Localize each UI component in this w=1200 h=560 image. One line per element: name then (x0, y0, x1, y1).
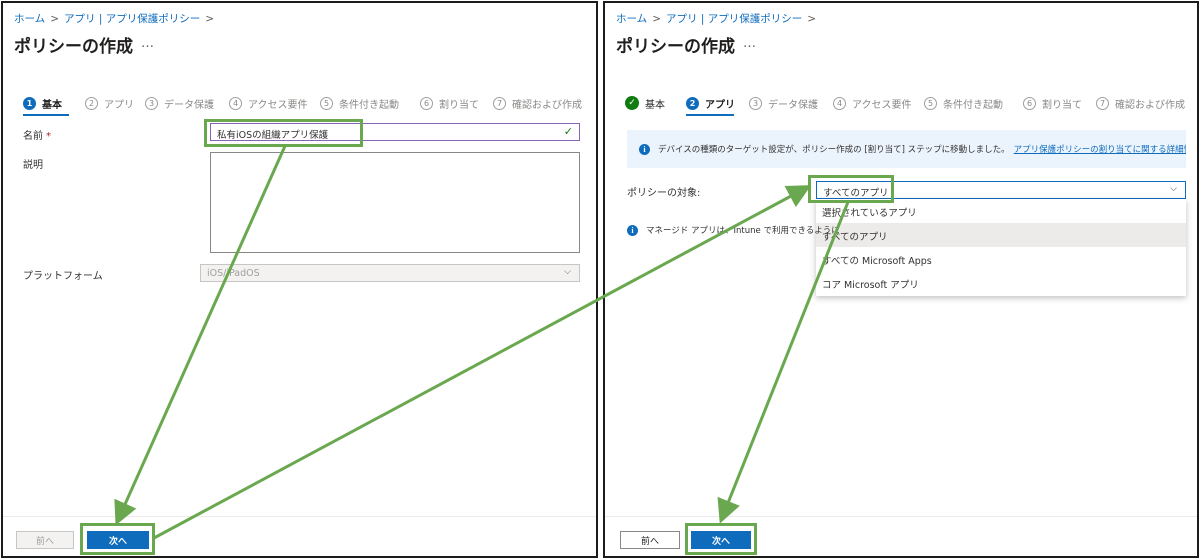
platform-select: iOS/iPadOS ⌵ (200, 264, 580, 282)
step-label: データ保護 (164, 99, 214, 111)
step-number: 2 (686, 96, 699, 110)
step-label: 基本 (42, 99, 62, 111)
step-number: 3 (145, 96, 158, 110)
dropdown-options: 選択されているアプリ すべてのアプリ すべての Microsoft Apps コ… (816, 199, 1186, 296)
name-field[interactable]: 私有iOSの組織アプリ保護 ✓ (210, 123, 580, 141)
chevron-right-icon: > (652, 13, 661, 25)
page-title: ポリシーの作成 (616, 37, 735, 57)
step-label: 割り当て (1042, 99, 1082, 111)
chevron-down-icon: ⌵ (1170, 184, 1177, 194)
active-tab-indicator (686, 114, 734, 116)
wizard-steps: ✓ 基本 2 アプリ 3 データ保護 4 アクセス要件 5 条件付き起動 6 割り当て 7確… (625, 95, 1195, 116)
description-field[interactable] (210, 152, 580, 253)
platform-value: iOS/iPadOS (207, 268, 260, 279)
next-button[interactable]: 次へ (87, 531, 149, 549)
step-label: アクセス要件 (248, 99, 308, 111)
option-all-microsoft-apps[interactable]: すべての Microsoft Apps (816, 247, 1186, 271)
step-label: データ保護 (768, 99, 818, 111)
previous-button: 前へ (16, 531, 74, 549)
step-label: 条件付き起動 (339, 99, 399, 111)
banner-link[interactable]: アプリ保護ポリシーの割り当てに関する詳細情報 (1014, 143, 1186, 155)
step-number: 7 (493, 96, 506, 110)
page-title: ポリシーの作成 (14, 37, 133, 57)
active-tab-indicator (23, 114, 69, 116)
chevron-right-icon: > (205, 13, 215, 25)
chevron-right-icon: > (50, 13, 59, 25)
checkmark-icon: ✓ (625, 96, 639, 110)
step-label: 割り当て (439, 99, 479, 111)
step-label: 条件付き起動 (943, 99, 1003, 111)
tab-conditional-launch[interactable]: 5 条件付き起動 (320, 95, 399, 111)
info-icon: i (627, 224, 638, 236)
breadcrumb: ホーム > アプリ | アプリ保護ポリシー > (14, 11, 219, 26)
info-banner: i デバイスの種類のターゲット設定が、ポリシー作成の [割り当て] ステップに移… (627, 130, 1186, 168)
required-mark: * (46, 131, 51, 142)
chevron-down-icon: ⌵ (564, 267, 571, 277)
option-all-apps[interactable]: すべてのアプリ (816, 223, 1186, 247)
step-number: 4 (229, 96, 242, 110)
tab-review-create[interactable]: 7 確認および作成 (1096, 95, 1185, 111)
step-number: 7 (1096, 96, 1109, 110)
more-options-icon[interactable]: … (743, 36, 757, 51)
tab-access-requirements[interactable]: 4 アクセス要件 (833, 95, 912, 111)
step-number: 5 (924, 96, 937, 110)
checkmark-icon: ✓ (563, 125, 573, 138)
step-label: アクセス要件 (852, 99, 912, 111)
tab-basics[interactable]: 1 基本 (23, 95, 62, 111)
tab-conditional-launch[interactable]: 5 条件付き起動 (924, 95, 1003, 111)
breadcrumb-home[interactable]: ホーム (616, 13, 647, 25)
step-number: 3 (749, 96, 762, 110)
next-button[interactable]: 次へ (691, 531, 751, 549)
breadcrumb-app-protection[interactable]: アプリ | アプリ保護ポリシー (666, 13, 802, 25)
step-number: 6 (1023, 96, 1036, 110)
target-apps-value: すべてのアプリ (823, 188, 889, 199)
footer-divider (605, 516, 1197, 517)
step-number: 4 (833, 96, 846, 110)
name-label-text: 名前 (23, 131, 43, 142)
step-label: アプリ (705, 99, 735, 111)
more-options-icon[interactable]: … (141, 36, 155, 51)
tab-data-protection[interactable]: 3 データ保護 (749, 95, 818, 111)
info-icon: i (639, 143, 650, 155)
footer-divider (3, 516, 596, 517)
banner-text: デバイスの種類のターゲット設定が、ポリシー作成の [割り当て] ステップに移動し… (658, 145, 1010, 155)
breadcrumb: ホーム > アプリ | アプリ保護ポリシー > (616, 11, 821, 26)
step-label: 確認および作成 (512, 99, 582, 111)
tab-access-requirements[interactable]: 4 アクセス要件 (229, 95, 308, 111)
right-panel: ホーム > アプリ | アプリ保護ポリシー > ポリシーの作成 … ✓ 基本 2 アプリ … (603, 1, 1199, 558)
step-number: 6 (420, 96, 433, 110)
tab-review-create[interactable]: 7 確認および作成 (493, 95, 582, 111)
description-label: 説明 (23, 160, 43, 171)
target-apps-dropdown[interactable]: すべてのアプリ ⌵ (816, 181, 1186, 199)
step-label: 基本 (645, 99, 665, 111)
target-label: ポリシーの対象: (627, 188, 701, 199)
platform-label: プラットフォーム (23, 271, 103, 282)
breadcrumb-app-protection[interactable]: アプリ | アプリ保護ポリシー (64, 13, 200, 25)
tab-basics[interactable]: ✓ 基本 (625, 95, 665, 111)
managed-apps-text: マネージド アプリは、Intune で利用できるように (646, 226, 840, 236)
chevron-right-icon: > (807, 13, 817, 25)
step-number: 2 (85, 96, 98, 110)
tab-assignments[interactable]: 6 割り当て (420, 95, 479, 111)
name-label: 名前 * (23, 127, 51, 142)
wizard-steps: 1 基本 2 アプリ 3 データ保護 4 アクセス要件 5 条件付き起動 6 割り当て 7確… (23, 95, 593, 116)
managed-apps-info: i マネージド アプリは、Intune で利用できるように (627, 224, 840, 236)
step-number: 5 (320, 96, 333, 110)
option-selected-apps[interactable]: 選択されているアプリ (816, 199, 1186, 223)
previous-button[interactable]: 前へ (620, 531, 680, 549)
tab-assignments[interactable]: 6 割り当て (1023, 95, 1082, 111)
tab-apps[interactable]: 2 アプリ (686, 95, 735, 111)
tab-apps[interactable]: 2 アプリ (85, 95, 134, 111)
breadcrumb-home[interactable]: ホーム (14, 13, 45, 25)
step-label: アプリ (104, 99, 134, 111)
name-field-value: 私有iOSの組織アプリ保護 (217, 130, 329, 141)
tab-data-protection[interactable]: 3 データ保護 (145, 95, 214, 111)
left-panel: ホーム > アプリ | アプリ保護ポリシー > ポリシーの作成 … 1 基本 2 アプリ … (1, 1, 598, 558)
step-label: 確認および作成 (1115, 99, 1185, 111)
step-number: 1 (23, 96, 36, 110)
option-core-microsoft-apps[interactable]: コア Microsoft アプリ (816, 271, 1186, 295)
